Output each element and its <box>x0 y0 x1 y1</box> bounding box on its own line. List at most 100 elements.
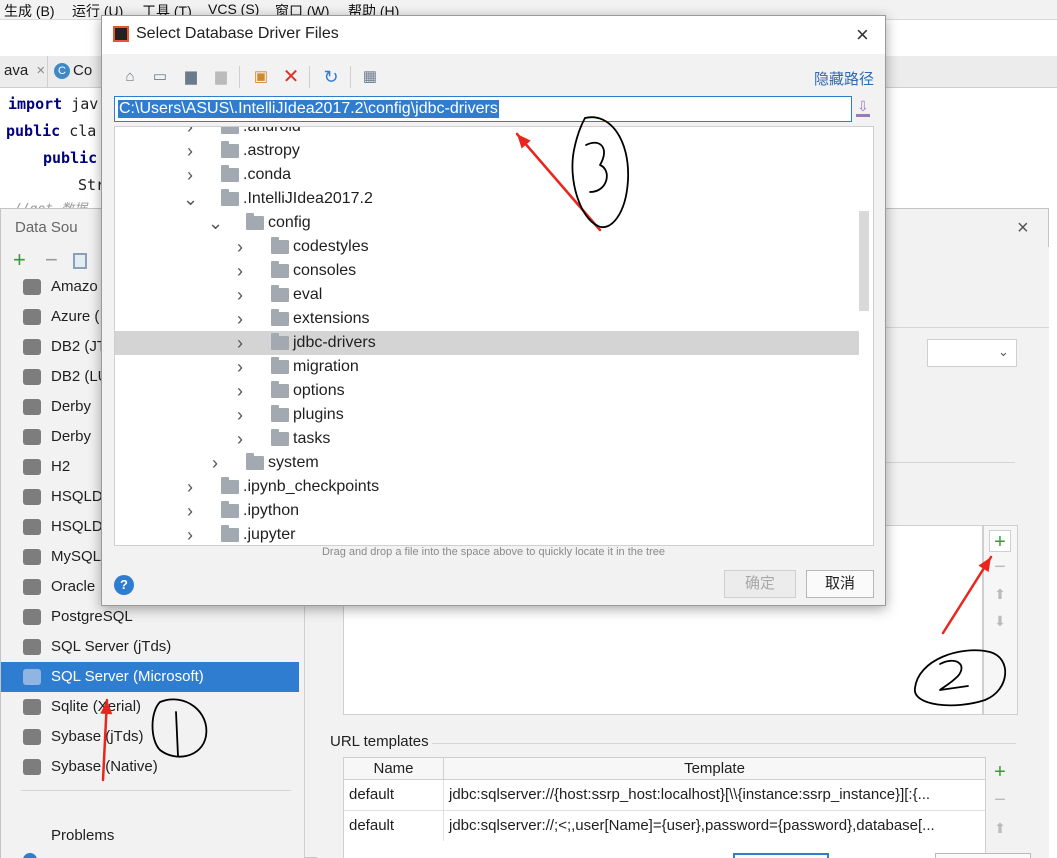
tree-node-label: consoles <box>293 262 357 279</box>
project-folder-icon[interactable]: ▆ <box>180 66 202 88</box>
chevron-right-icon[interactable]: › <box>233 235 247 259</box>
chevron-right-icon[interactable]: › <box>183 499 197 523</box>
db2-icon <box>23 369 41 385</box>
driver-list-item-label: Sybase (Native) <box>51 758 158 775</box>
chevron-right-icon[interactable]: › <box>183 127 197 139</box>
code-line: import jav <box>8 95 99 113</box>
tree-scrollbar[interactable] <box>859 211 869 311</box>
tree-node[interactable]: › .jupyter <box>115 523 859 545</box>
mysql-icon <box>23 549 41 565</box>
refresh-icon[interactable]: ↻ <box>320 66 342 88</box>
code-line: public cla <box>6 122 97 140</box>
tree-node[interactable]: › options <box>115 379 859 403</box>
tree-node-label: jdbc-drivers <box>293 334 376 351</box>
ok-button[interactable]: 确定 <box>724 570 796 598</box>
chevron-right-icon[interactable]: › <box>233 307 247 331</box>
tree-node[interactable]: › eval <box>115 283 859 307</box>
driver-list-item[interactable]: SQL Server (Microsoft) <box>1 662 299 692</box>
tree-node-label: config <box>268 214 311 231</box>
remove-icon[interactable]: − <box>45 249 58 271</box>
driver-list-item-label: Oracle <box>51 578 96 595</box>
move-down-icon[interactable]: ⬇ <box>989 610 1011 632</box>
file-tree[interactable]: › .android › .astropy › .conda ⌄ .IntelliJIdea2… <box>114 126 874 546</box>
ok-button[interactable] <box>733 853 829 858</box>
editor-tab-java[interactable]: ava × <box>0 56 48 87</box>
driver-list-item[interactable]: PostgreSQL <box>1 602 299 632</box>
cancel-button[interactable]: 取消 <box>806 570 874 598</box>
driver-list-item[interactable]: Sybase (jTds) <box>1 722 299 752</box>
desktop-icon[interactable]: ▭ <box>149 66 171 88</box>
driver-class-select[interactable]: ⌄ <box>927 339 1017 367</box>
table-cell-name: default <box>344 780 444 810</box>
tree-node[interactable]: ⌄ .IntelliJIdea2017.2 <box>115 187 859 211</box>
chevron-down-icon[interactable]: ⌄ <box>208 211 223 235</box>
path-input[interactable]: C:\Users\ASUS\.IntelliJIdea2017.2\config… <box>114 96 852 122</box>
remove-file-icon[interactable]: − <box>989 556 1011 578</box>
menu-build[interactable]: 生成 (B) <box>4 1 55 21</box>
chevron-right-icon[interactable]: › <box>233 379 247 403</box>
remove-template-icon[interactable]: − <box>989 789 1011 811</box>
table-row[interactable]: default jdbc:sqlserver://{host:ssrp_host… <box>344 780 985 811</box>
column-header-template[interactable]: Template <box>444 758 985 780</box>
column-header-name[interactable]: Name <box>344 758 444 780</box>
table-row[interactable]: default jdbc:sqlserver://;<;,user[Name]=… <box>344 811 985 842</box>
show-hidden-icon[interactable]: ▦ <box>359 66 381 88</box>
chevron-right-icon[interactable]: › <box>183 139 197 163</box>
chevron-right-icon[interactable]: › <box>233 403 247 427</box>
chevron-right-icon[interactable]: › <box>183 163 197 187</box>
new-folder-icon[interactable]: ▣ <box>250 66 272 88</box>
tree-node[interactable]: › extensions <box>115 307 859 331</box>
tree-node[interactable]: › .ipython <box>115 499 859 523</box>
close-icon[interactable]: × <box>856 22 869 48</box>
driver-list-item-label: Sqlite (Xerial) <box>51 698 142 715</box>
move-up-icon[interactable]: ⬆ <box>989 817 1011 839</box>
chevron-right-icon[interactable]: › <box>233 331 247 355</box>
code-line: public <box>43 149 98 167</box>
tree-node[interactable]: › jdbc-drivers <box>115 331 859 355</box>
driver-list-item[interactable]: SQL Server (jTds) <box>1 632 299 662</box>
chevron-right-icon[interactable]: › <box>208 451 222 475</box>
module-folder-icon[interactable]: ▆ <box>210 66 232 88</box>
add-template-icon[interactable]: + <box>989 761 1011 783</box>
tree-node[interactable]: › .astropy <box>115 139 859 163</box>
hide-path-link[interactable]: 隐藏路径 <box>814 68 874 89</box>
problems-label[interactable]: Problems <box>51 827 114 844</box>
sqlite-icon <box>23 699 41 715</box>
tree-node[interactable]: › migration <box>115 355 859 379</box>
close-icon[interactable]: × <box>1017 217 1029 240</box>
home-icon[interactable]: ⌂ <box>119 66 141 88</box>
delete-icon[interactable]: ✕ <box>280 66 302 88</box>
db2-icon <box>23 339 41 355</box>
tree-node[interactable]: › system <box>115 451 859 475</box>
chevron-down-icon: ⌄ <box>998 344 1009 359</box>
move-up-icon[interactable]: ⬆ <box>989 583 1011 605</box>
tree-node[interactable]: › consoles <box>115 259 859 283</box>
chevron-right-icon[interactable]: › <box>233 355 247 379</box>
cancel-button[interactable] <box>935 853 1031 858</box>
tree-node[interactable]: › .android <box>115 127 859 139</box>
chevron-right-icon[interactable]: › <box>233 427 247 451</box>
tree-node-label: .ipython <box>243 502 300 519</box>
add-file-icon[interactable]: + <box>989 530 1011 553</box>
tree-node[interactable]: › .ipynb_checkpoints <box>115 475 859 499</box>
chevron-down-icon[interactable]: ⌄ <box>183 187 198 211</box>
add-icon[interactable]: + <box>13 249 26 271</box>
close-icon[interactable]: × <box>36 62 45 79</box>
driver-list-item[interactable]: Sybase (Native) <box>1 752 299 782</box>
tree-node-label: .ipynb_checkpoints <box>243 478 380 495</box>
folder-icon <box>246 213 264 230</box>
chevron-right-icon[interactable]: › <box>183 523 197 545</box>
sqlserver-icon <box>23 669 41 685</box>
chevron-right-icon[interactable]: › <box>233 259 247 283</box>
chevron-right-icon[interactable]: › <box>183 475 197 499</box>
tree-node[interactable]: ⌄ config <box>115 211 859 235</box>
tree-node[interactable]: › .conda <box>115 163 859 187</box>
download-icon[interactable]: ⇩ <box>856 99 870 117</box>
help-button[interactable]: ? <box>114 575 134 595</box>
copy-icon[interactable] <box>73 253 87 269</box>
tree-node[interactable]: › codestyles <box>115 235 859 259</box>
tree-node[interactable]: › tasks <box>115 427 859 451</box>
chevron-right-icon[interactable]: › <box>233 283 247 307</box>
driver-list-item[interactable]: Sqlite (Xerial) <box>1 692 299 722</box>
tree-node[interactable]: › plugins <box>115 403 859 427</box>
